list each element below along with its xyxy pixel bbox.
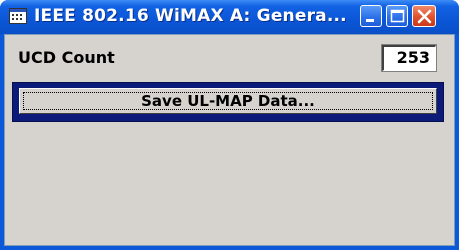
- title-bar[interactable]: IEEE 802.16 WiMAX A: Genera...: [0, 0, 459, 34]
- maximize-button[interactable]: [386, 5, 408, 27]
- dialog-window: IEEE 802.16 WiMAX A: Genera... UCD Count…: [0, 0, 459, 250]
- save-ul-map-data-button[interactable]: Save UL-MAP Data...: [19, 88, 437, 114]
- ucd-count-label: UCD Count: [18, 48, 115, 67]
- save-ul-map-data-label: Save UL-MAP Data...: [141, 92, 315, 110]
- ucd-count-field[interactable]: 253: [381, 44, 437, 72]
- close-button[interactable]: [412, 5, 436, 27]
- minimize-button[interactable]: [360, 5, 382, 27]
- window-title: IEEE 802.16 WiMAX A: Genera...: [34, 6, 347, 26]
- app-window-icon: [9, 8, 27, 24]
- save-button-frame: Save UL-MAP Data...: [12, 82, 444, 122]
